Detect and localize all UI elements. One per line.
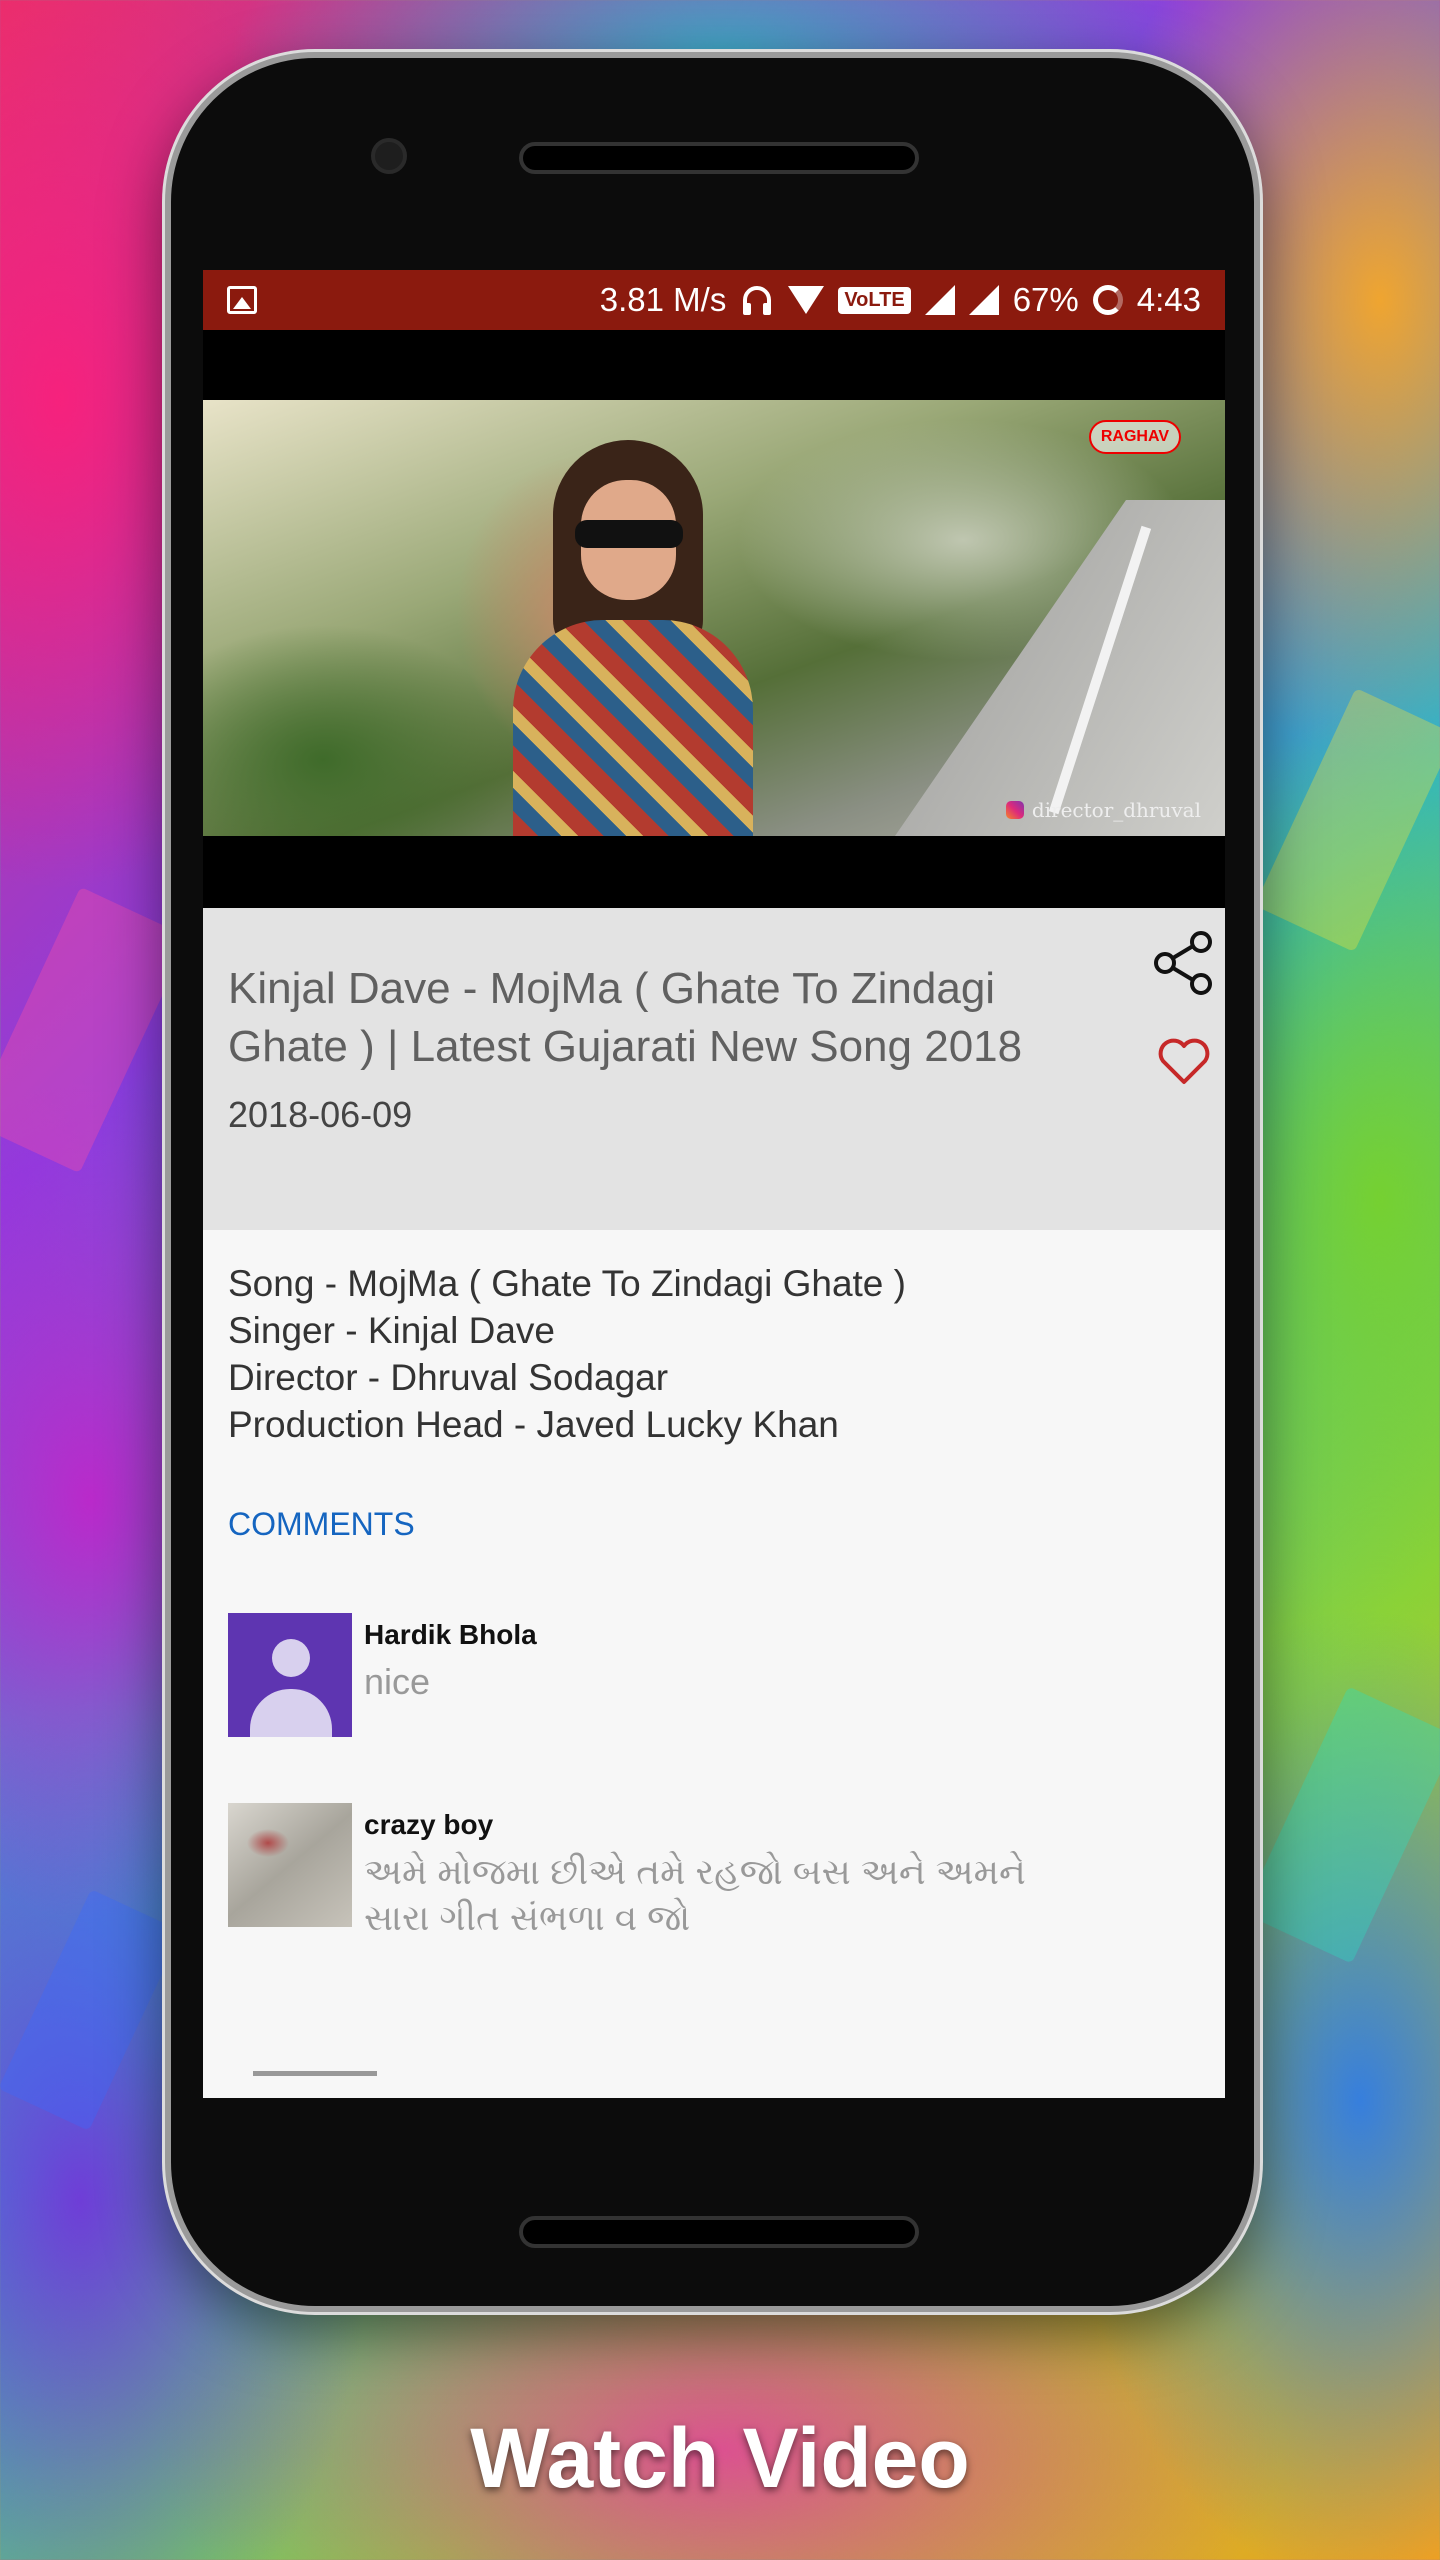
battery-icon bbox=[1092, 285, 1123, 315]
detail-singer: Singer - Kinjal Dave bbox=[228, 1310, 555, 1351]
status-bar: 3.81 M/s VoLTE 67% 4:43 bbox=[203, 270, 1225, 330]
volte-badge: VoLTE bbox=[838, 286, 911, 314]
comment-text: અમે મોજમા છીએ તમે રહજો બસ અને અમને સારા … bbox=[364, 1851, 1026, 1938]
comment-author: Hardik Bhola bbox=[364, 1619, 537, 1650]
signal-icon bbox=[968, 285, 999, 315]
video-person bbox=[503, 440, 763, 836]
comments-heading[interactable]: COMMENTS bbox=[228, 1506, 1200, 1543]
clock: 4:43 bbox=[1136, 281, 1201, 318]
video-player[interactable]: RAGHAV director_dhruval bbox=[203, 330, 1225, 908]
background-shard bbox=[0, 886, 190, 1174]
video-info-panel: Kinjal Dave - MojMa ( Ghate To Zindagi G… bbox=[203, 908, 1225, 1230]
comment-item: Hardik Bhola nice bbox=[203, 1613, 1225, 1737]
video-credit-text: director_dhruval bbox=[1031, 798, 1201, 822]
app-screen: 3.81 M/s VoLTE 67% 4:43 RAGHAV director_… bbox=[203, 270, 1225, 2098]
avatar bbox=[228, 1803, 352, 1927]
image-notification-icon bbox=[227, 286, 257, 314]
background-shard bbox=[0, 1889, 182, 2131]
comment-text: nice bbox=[364, 1661, 431, 1702]
video-thumbnail[interactable]: RAGHAV director_dhruval bbox=[203, 400, 1225, 836]
video-details: Song - MojMa ( Ghate To Zindagi Ghate ) … bbox=[203, 1230, 1225, 1543]
front-camera bbox=[371, 138, 407, 174]
battery-percent: 67% bbox=[1012, 281, 1079, 318]
detail-director: Director - Dhruval Sodagar bbox=[228, 1357, 669, 1398]
signal-icon bbox=[924, 285, 955, 315]
loading-divider bbox=[253, 2071, 377, 2076]
instagram-icon bbox=[1005, 801, 1024, 819]
background-shard bbox=[1242, 1686, 1440, 1964]
wifi-icon bbox=[788, 286, 825, 314]
bottom-speaker bbox=[519, 2216, 919, 2248]
comment-author: crazy boy bbox=[364, 1809, 494, 1840]
earpiece-speaker bbox=[519, 142, 919, 174]
avatar bbox=[228, 1613, 352, 1737]
video-watermark-logo: RAGHAV bbox=[1088, 420, 1181, 454]
comment-item: crazy boy અમે મોજમા છીએ તમે રહજો બસ અને … bbox=[203, 1803, 1225, 1941]
video-credit: director_dhruval bbox=[1005, 798, 1201, 822]
video-title: Kinjal Dave - MojMa ( Ghate To Zindagi G… bbox=[228, 964, 1023, 1071]
background-shard bbox=[1254, 687, 1440, 953]
promo-caption: Watch Video bbox=[470, 2411, 970, 2505]
detail-production-head: Production Head - Javed Lucky Khan bbox=[228, 1404, 839, 1445]
share-icon[interactable] bbox=[1153, 930, 1215, 996]
headphones-icon bbox=[743, 286, 772, 315]
video-date: 2018-06-09 bbox=[228, 1094, 413, 1135]
network-speed: 3.81 M/s bbox=[599, 281, 727, 318]
favorite-heart-icon[interactable] bbox=[1157, 1036, 1211, 1086]
detail-song: Song - MojMa ( Ghate To Zindagi Ghate ) bbox=[228, 1263, 906, 1304]
